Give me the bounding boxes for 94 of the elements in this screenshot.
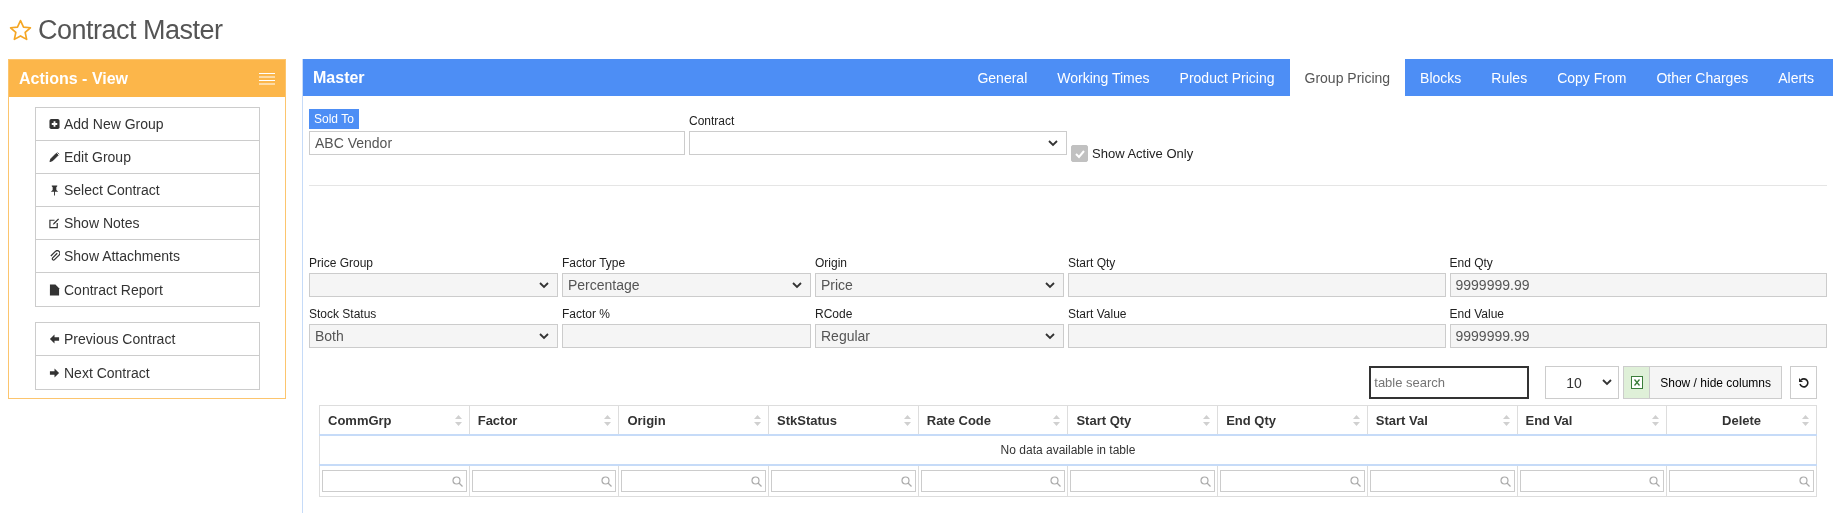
field-label: Price Group xyxy=(309,256,375,271)
column-filter-field[interactable] xyxy=(1669,470,1814,492)
search-icon xyxy=(1499,475,1511,487)
sort-icon xyxy=(604,415,612,426)
select-field[interactable] xyxy=(689,131,1067,155)
sort-icon xyxy=(1502,415,1510,426)
chevron-down-icon xyxy=(539,281,549,289)
excel-button[interactable] xyxy=(1623,366,1651,399)
search-icon xyxy=(601,475,613,487)
select-field[interactable]: Both xyxy=(309,324,558,348)
column-header[interactable]: Factor xyxy=(469,405,619,435)
sort-icon xyxy=(454,415,462,426)
column-header[interactable]: Rate Code xyxy=(918,405,1068,435)
input-field[interactable]: 9999999.99 xyxy=(1449,324,1827,348)
chevron-down-icon xyxy=(1045,332,1055,340)
column-header[interactable]: Delete xyxy=(1666,405,1817,435)
column-filter-field[interactable] xyxy=(1519,470,1665,492)
sort-icon xyxy=(1053,415,1061,426)
search-icon xyxy=(1050,475,1062,487)
column-header[interactable]: Origin xyxy=(618,405,769,435)
search-icon xyxy=(451,475,463,487)
column-filter-field[interactable] xyxy=(471,470,617,492)
search-icon xyxy=(1200,475,1212,487)
field-label: Origin xyxy=(815,256,848,271)
select-field[interactable]: Percentage xyxy=(562,273,811,297)
search-icon xyxy=(1649,475,1661,487)
column-header[interactable]: StkStatus xyxy=(768,405,919,435)
column-filter-field[interactable] xyxy=(771,470,916,492)
checkbox-label: Show Active Only xyxy=(1092,146,1194,161)
column-filter-field[interactable] xyxy=(1220,470,1365,492)
select-field[interactable]: Price xyxy=(815,273,1064,297)
select-field[interactable]: Regular xyxy=(815,324,1064,348)
field-label: Factor % xyxy=(562,307,611,322)
chevron-down-icon xyxy=(539,332,549,340)
field-label: Contract xyxy=(689,114,736,129)
empty-table-message: No data available in table xyxy=(319,435,1817,465)
column-header[interactable]: End Val xyxy=(1517,405,1667,435)
column-filter-field[interactable] xyxy=(1070,470,1216,492)
panel-title: Actions - View xyxy=(19,69,129,88)
pencil-icon xyxy=(49,151,60,163)
chevron-down-icon xyxy=(1602,379,1613,386)
show-hide-columns-button[interactable]: Show / hide columns xyxy=(1650,366,1782,399)
sort-icon xyxy=(754,415,762,426)
input-field[interactable] xyxy=(1068,273,1446,297)
tab[interactable]: Group Pricing xyxy=(1289,59,1406,96)
field-label: Start Qty xyxy=(1068,256,1117,271)
search-icon xyxy=(1349,475,1361,487)
refresh-button[interactable] xyxy=(1790,366,1817,399)
column-header[interactable]: Start Val xyxy=(1367,405,1517,435)
panel-title: Master xyxy=(312,68,365,87)
input-field[interactable] xyxy=(562,324,811,348)
sort-icon xyxy=(1652,415,1660,426)
pin-icon xyxy=(49,184,60,196)
input-field[interactable]: 9999999.99 xyxy=(1449,273,1827,297)
chevron-down-icon xyxy=(1048,139,1058,147)
column-header[interactable]: CommGrp xyxy=(319,405,470,435)
search-icon xyxy=(900,475,912,487)
sort-icon xyxy=(1802,415,1809,426)
field-label: End Qty xyxy=(1449,256,1494,271)
column-header[interactable]: End Qty xyxy=(1217,405,1368,435)
field-label: RCode xyxy=(815,307,854,322)
field-label: Start Value xyxy=(1068,307,1128,322)
search-field[interactable]: table search xyxy=(1369,366,1530,399)
spreadsheet-icon xyxy=(1630,376,1643,389)
chevron-down-icon xyxy=(1045,281,1055,289)
search-icon xyxy=(751,475,763,487)
edit-note-icon xyxy=(49,217,60,229)
page-title: Contract Master xyxy=(38,14,223,46)
page-length-select[interactable]: 10 xyxy=(1545,366,1620,399)
refresh-icon xyxy=(1797,376,1810,389)
left-arrow-icon xyxy=(49,333,60,345)
input-field[interactable]: ABC Vendor xyxy=(309,131,685,155)
sort-icon xyxy=(1352,415,1360,426)
column-filter-field[interactable] xyxy=(322,470,467,492)
right-arrow-icon xyxy=(49,366,60,379)
plus-square-icon xyxy=(49,118,60,130)
field-label: Stock Status xyxy=(309,307,378,322)
column-filter-field[interactable] xyxy=(1369,470,1515,492)
sort-icon xyxy=(1203,415,1211,426)
column-filter-field[interactable] xyxy=(920,470,1066,492)
menu-icon[interactable] xyxy=(259,72,275,85)
search-icon xyxy=(1799,475,1810,487)
paperclip-icon xyxy=(49,250,60,262)
sort-icon xyxy=(903,415,911,426)
field-label: Sold To xyxy=(309,109,359,129)
column-filter-field[interactable] xyxy=(621,470,767,492)
document-icon xyxy=(49,283,60,296)
chevron-down-icon xyxy=(792,281,802,289)
column-header[interactable]: Start Qty xyxy=(1067,405,1218,435)
star-icon xyxy=(8,17,33,43)
select-field[interactable] xyxy=(309,273,558,297)
field-label: End Value xyxy=(1449,307,1505,322)
input-field[interactable] xyxy=(1068,324,1446,348)
field-label: Factor Type xyxy=(562,256,627,271)
